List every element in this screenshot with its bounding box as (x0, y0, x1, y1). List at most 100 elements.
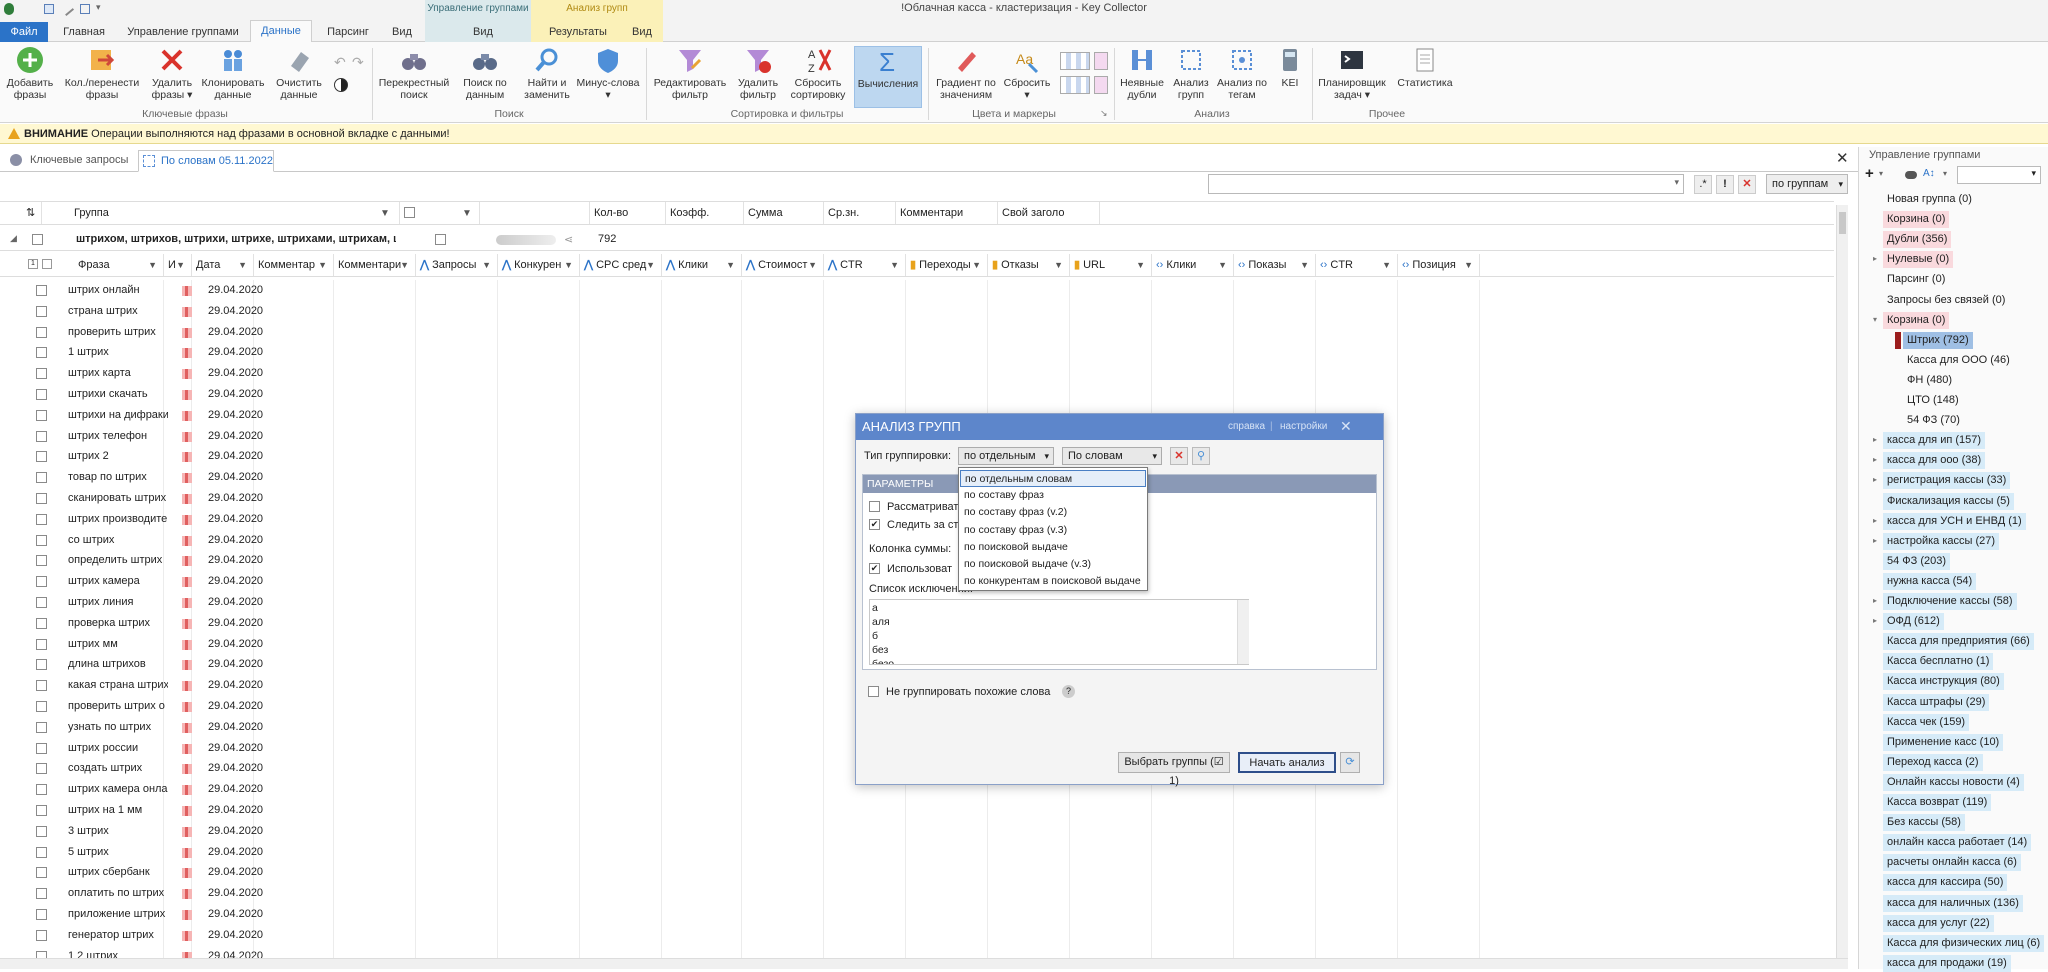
filter-icon[interactable]: ▼ (400, 254, 409, 276)
exclusions-textarea[interactable]: ааляббезбезоблизбы (869, 599, 1249, 665)
row-checkbox[interactable] (36, 389, 47, 400)
chart-bars-icon[interactable] (182, 910, 192, 920)
table-row[interactable]: 1 2 штрих 29.04.2020 (0, 946, 1810, 958)
add-phrases-button[interactable]: Добавить фразы (2, 46, 58, 106)
tab-file[interactable]: Файл (0, 22, 48, 42)
row-checkbox[interactable] (36, 680, 47, 692)
position-column-header[interactable]: ‹› Позиция ▼ (1398, 254, 1480, 276)
color-swatch-icon[interactable] (1094, 52, 1108, 70)
chart-bars-icon[interactable] (182, 577, 192, 588)
group-tree-item[interactable]: ЦТО (148) (1903, 392, 1963, 409)
calculations-button[interactable]: Σ Вычисления (854, 46, 922, 108)
group-tree-item[interactable]: Парсинг (0) (1883, 271, 1949, 288)
chart-bars-icon[interactable] (182, 452, 192, 463)
settings-link[interactable]: настройки (1280, 421, 1327, 432)
chart-bars-icon[interactable] (182, 826, 192, 837)
collapse-icon[interactable]: ◢ (10, 233, 17, 244)
scheduler-button[interactable]: Планировщик задач ▾ (1314, 46, 1390, 106)
row-checkbox[interactable] (36, 285, 47, 296)
add-group-icon[interactable]: + (1865, 165, 1874, 182)
group-analysis-button[interactable]: Анализ групп (1170, 46, 1212, 106)
expand-all-icon[interactable]: ⇅ (22, 202, 42, 224)
group-tree-item[interactable]: ФН (480) (1903, 372, 1956, 389)
impressions-column-header[interactable]: ‹› Показы ▼ (1234, 254, 1316, 276)
row-checkbox[interactable] (36, 409, 47, 421)
row-checkbox[interactable] (36, 305, 47, 317)
filter-icon[interactable]: ▼ (726, 254, 735, 276)
cost-column-header[interactable]: ⋀ Стоимост ▼ (742, 254, 824, 276)
group-tree-item[interactable]: касса для услуг (22) (1883, 914, 1994, 932)
group-tree-item[interactable]: Подключение кассы (58) (1883, 593, 2017, 610)
horizontal-scrollbar[interactable] (0, 958, 1848, 969)
find-replace-button[interactable]: Найти и заменить (518, 46, 576, 106)
regex-search-icon[interactable]: .* (1694, 175, 1712, 194)
table-row[interactable]: 3 штрих 29.04.2020 (0, 821, 1810, 842)
table-row[interactable]: оплатить по штрих 29.04.2020 (0, 883, 1810, 904)
dropdown-option[interactable]: по отдельным словам (960, 470, 1146, 487)
table-row[interactable]: штрих сбербанк 29.04.2020 (0, 862, 1810, 883)
row-checkbox[interactable] (36, 825, 47, 837)
chart-bars-icon[interactable] (182, 410, 192, 421)
group-row[interactable]: ◢ штрихом, штрихов, штрихи, штрихе, штри… (0, 229, 1834, 251)
group-tree-item[interactable]: Запросы без связей (0) (1883, 292, 2009, 309)
select-groups-button[interactable]: Выбрать группы (☑ 1) (1118, 752, 1230, 787)
redo-icon[interactable]: ↷ (352, 54, 364, 71)
contrast-icon[interactable] (334, 78, 348, 92)
chart-bars-icon[interactable] (182, 431, 192, 442)
chart-bars-icon[interactable] (182, 868, 192, 879)
group-tree-item[interactable]: Применение касс (10) (1883, 733, 2004, 751)
row-checkbox[interactable] (36, 368, 47, 380)
chart-bars-icon[interactable] (182, 764, 192, 775)
row-checkbox[interactable] (36, 888, 47, 900)
date-column-header[interactable]: Дата ▼ (192, 254, 254, 276)
consider-checkbox[interactable] (869, 501, 880, 512)
group-tree-item[interactable]: Нулевые (0) (1883, 251, 1954, 269)
group-tree-item[interactable]: Фискализация кассы (5) (1883, 492, 2014, 510)
table-row[interactable]: 1 штрих 29.04.2020 (0, 342, 1810, 363)
table-row[interactable]: штрих на 1 мм 29.04.2020 (0, 800, 1810, 821)
row-checkbox[interactable] (36, 929, 47, 941)
group-tree-item[interactable]: Касса чек (159) (1883, 713, 1970, 731)
tab-parsing[interactable]: Парсинг (318, 22, 378, 42)
filter-icon[interactable]: ▼ (1300, 254, 1309, 276)
row-checkbox[interactable] (36, 513, 47, 525)
group-tree-item[interactable]: ОФД (612) (1883, 613, 1944, 631)
tag-analysis-button[interactable]: Анализ по тегам (1214, 46, 1270, 106)
row-checkbox[interactable] (36, 534, 47, 546)
group-tree-item[interactable]: Дубли (356) (1883, 231, 1952, 249)
group-tree-item[interactable]: Новая группа (0) (1883, 191, 1976, 208)
source-tab-select[interactable]: По словам 05.11.2022▾ (1062, 447, 1162, 478)
chart-bars-icon[interactable] (182, 514, 192, 525)
table-row[interactable]: страна штрих 29.04.2020 (0, 301, 1810, 322)
expand-arrow-icon[interactable]: ▸ (1873, 516, 1877, 525)
row-checkbox[interactable] (36, 347, 47, 359)
group-tree-item[interactable]: касса для УСН и ЕНВД (1) (1883, 512, 2026, 530)
reset-sort-button[interactable]: A Z Сбросить сортировку (786, 46, 850, 106)
gradient-button[interactable]: Градиент по значениям (932, 46, 1000, 106)
row-checkbox[interactable] (36, 742, 47, 754)
clear-search-icon[interactable]: ✕ (1738, 175, 1756, 194)
clear-data-button[interactable]: Очистить данные (270, 46, 328, 106)
count-column-header[interactable]: Кол-во (590, 202, 666, 224)
group-type-select[interactable]: по отдельным словам▾ (958, 447, 1054, 478)
table-row[interactable]: проверить штрих 29.04.2020 (0, 322, 1810, 343)
group-tree-item[interactable]: регистрация кассы (33) (1883, 472, 2011, 490)
group-tree-item[interactable]: Касса бесплатно (1) (1883, 653, 1994, 671)
dropdown-option[interactable]: по составу фраз (v.3) (960, 522, 1146, 539)
no-group-similar-checkbox[interactable] (868, 686, 879, 697)
tab-groups-view[interactable]: Вид (448, 22, 518, 42)
filter-icon[interactable]: ▼ (1136, 254, 1145, 276)
row-checkbox[interactable] (36, 846, 47, 858)
dropdown-option[interactable]: по составу фраз (v.2) (960, 504, 1146, 521)
filter-icon[interactable]: ▼ (1054, 254, 1063, 276)
filter-icon[interactable]: ▼ (380, 208, 390, 219)
ctr-column-header[interactable]: ⋀ CTR ▼ (824, 254, 906, 276)
expand-arrow-icon[interactable]: ▸ (1873, 536, 1877, 545)
group-tree-item[interactable]: Касса для ООО (46) (1903, 352, 2014, 369)
dropdown-option[interactable]: по конкурентам в поисковой выдаче (960, 573, 1146, 590)
expand-arrow-icon[interactable]: ▸ (1873, 435, 1877, 444)
row-checkbox[interactable] (36, 721, 47, 733)
row-checkbox[interactable] (36, 576, 47, 588)
chart-bars-icon[interactable] (182, 660, 192, 671)
group-tree-item[interactable]: нужна касса (54) (1883, 572, 1977, 590)
